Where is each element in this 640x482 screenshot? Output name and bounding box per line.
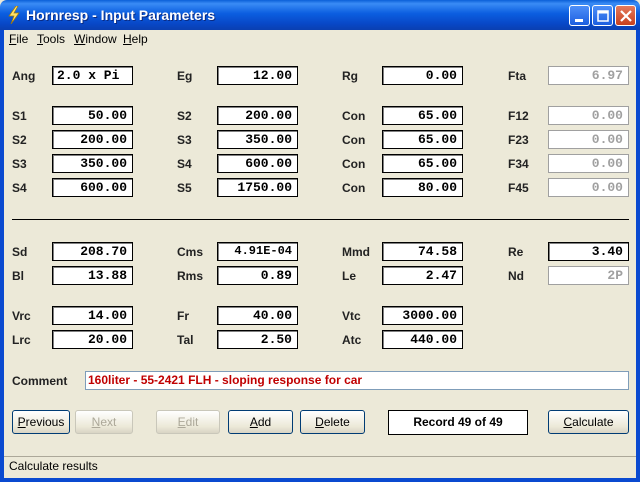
f45-field: 0.00: [548, 178, 629, 197]
s5-field[interactable]: 1750.00: [217, 178, 298, 197]
ang-field[interactable]: 2.0 x Pi: [52, 66, 133, 85]
bl-label: Bl: [12, 269, 24, 283]
con2-field[interactable]: 65.00: [382, 130, 463, 149]
le-label: Le: [342, 269, 357, 283]
s4-field[interactable]: 600.00: [217, 154, 298, 173]
con2-label: Con: [342, 133, 366, 147]
nd-field: 2P: [548, 266, 629, 285]
cms-field[interactable]: 4.91E-04: [217, 242, 298, 261]
s4-row-field[interactable]: 600.00: [52, 178, 133, 197]
con4-field[interactable]: 80.00: [382, 178, 463, 197]
minimize-button[interactable]: [569, 5, 590, 26]
mmd-field[interactable]: 74.58: [382, 242, 463, 261]
atc-label: Atc: [342, 333, 362, 347]
cms-label: Cms: [177, 245, 204, 259]
window-frame-left: [0, 30, 4, 482]
edit-button: Edit: [156, 410, 220, 434]
menu-window[interactable]: Window: [74, 32, 117, 46]
s4-row-label: S4: [12, 181, 27, 195]
s4-label: S4: [177, 157, 192, 171]
vrc-label: Vrc: [12, 309, 31, 323]
con3-label: Con: [342, 157, 366, 171]
s2-field[interactable]: 200.00: [217, 106, 298, 125]
maximize-icon: [597, 10, 609, 22]
f23-field: 0.00: [548, 130, 629, 149]
s3-field[interactable]: 350.00: [217, 130, 298, 149]
f12-field: 0.00: [548, 106, 629, 125]
con4-label: Con: [342, 181, 366, 195]
record-indicator: Record 49 of 49: [388, 410, 528, 435]
con1-field[interactable]: 65.00: [382, 106, 463, 125]
s3-row-label: S3: [12, 157, 27, 171]
status-bar: Calculate results: [4, 456, 636, 476]
menu-tools[interactable]: Tools: [37, 32, 65, 46]
f23-label: F23: [508, 133, 529, 147]
f34-field: 0.00: [548, 154, 629, 173]
fr-label: Fr: [177, 309, 189, 323]
s3-label: S3: [177, 133, 192, 147]
comment-label: Comment: [12, 374, 68, 388]
f45-label: F45: [508, 181, 529, 195]
menu-bar: File Tools Window Help: [4, 30, 636, 48]
rg-field[interactable]: 0.00: [382, 66, 463, 85]
le-field[interactable]: 2.47: [382, 266, 463, 285]
con3-field[interactable]: 65.00: [382, 154, 463, 173]
fta-label: Fta: [508, 69, 526, 83]
comment-field[interactable]: 160liter - 55-2421 FLH - sloping respons…: [85, 371, 629, 390]
rg-label: Rg: [342, 69, 358, 83]
s1-label: S1: [12, 109, 27, 123]
lrc-label: Lrc: [12, 333, 31, 347]
s5-label: S5: [177, 181, 192, 195]
eg-field[interactable]: 12.00: [217, 66, 298, 85]
bl-field[interactable]: 13.88: [52, 266, 133, 285]
f12-label: F12: [508, 109, 529, 123]
re-field[interactable]: 3.40: [548, 242, 629, 261]
menu-help[interactable]: Help: [123, 32, 148, 46]
eg-label: Eg: [177, 69, 193, 83]
tal-label: Tal: [177, 333, 194, 347]
close-icon: [620, 10, 632, 22]
tal-field[interactable]: 2.50: [217, 330, 298, 349]
title-bar[interactable]: Hornresp - Input Parameters: [0, 0, 640, 30]
close-button[interactable]: [615, 5, 636, 26]
s3-row-field[interactable]: 350.00: [52, 154, 133, 173]
f34-label: F34: [508, 157, 529, 171]
status-text: Calculate results: [9, 459, 98, 473]
calculate-button[interactable]: Calculate: [548, 410, 629, 434]
atc-field[interactable]: 440.00: [382, 330, 463, 349]
mmd-label: Mmd: [342, 245, 370, 259]
fta-field: 6.97: [548, 66, 629, 85]
window-title: Hornresp - Input Parameters: [26, 7, 216, 23]
window-frame-bottom: [0, 478, 640, 482]
menu-file[interactable]: File: [9, 32, 28, 46]
add-button[interactable]: Add: [228, 410, 293, 434]
section-divider: [12, 219, 629, 220]
ang-label: Ang: [12, 69, 36, 83]
window-frame-right: [636, 30, 640, 482]
delete-button[interactable]: Delete: [300, 410, 365, 434]
lrc-field[interactable]: 20.00: [52, 330, 133, 349]
previous-button[interactable]: Previous: [12, 410, 70, 434]
re-label: Re: [508, 245, 524, 259]
minimize-icon: [575, 19, 583, 22]
s1-field[interactable]: 50.00: [52, 106, 133, 125]
rms-field[interactable]: 0.89: [217, 266, 298, 285]
sd-label: Sd: [12, 245, 28, 259]
con1-label: Con: [342, 109, 366, 123]
next-button: Next: [75, 410, 133, 434]
s2-row-label: S2: [12, 133, 27, 147]
maximize-button[interactable]: [592, 5, 613, 26]
fr-field[interactable]: 40.00: [217, 306, 298, 325]
s2-label: S2: [177, 109, 192, 123]
s2-row-field[interactable]: 200.00: [52, 130, 133, 149]
sd-field[interactable]: 208.70: [52, 242, 133, 261]
vtc-label: Vtc: [342, 309, 361, 323]
nd-label: Nd: [508, 269, 524, 283]
lightning-icon: [8, 6, 20, 24]
vrc-field[interactable]: 14.00: [52, 306, 133, 325]
vtc-field[interactable]: 3000.00: [382, 306, 463, 325]
rms-label: Rms: [177, 269, 204, 283]
